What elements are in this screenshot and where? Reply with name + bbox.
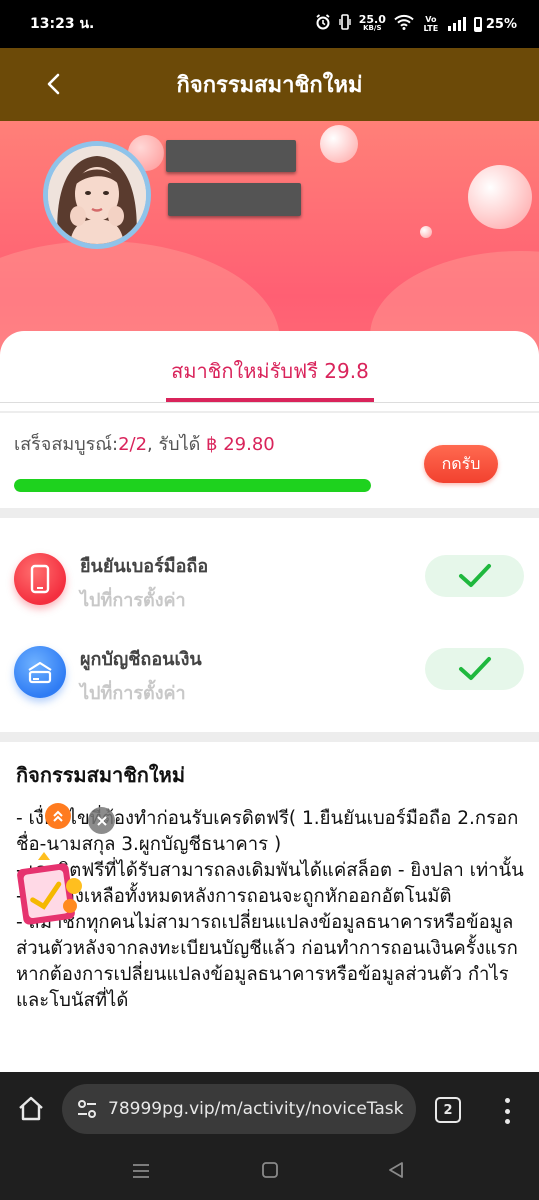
rules-body: - เงื่อนไขที่ต้องทำก่อนรับเครดิตฟรี( 1.ย…: [16, 806, 526, 1014]
status-time: 13:23 น.: [30, 16, 95, 32]
claim-button[interactable]: กดรับ: [424, 445, 498, 483]
avatar-image: [48, 146, 146, 244]
divider: [0, 402, 539, 403]
url-text: 78999pg.vip/m/activity/noviceTask: [108, 1099, 404, 1119]
back-nav-icon[interactable]: [388, 1160, 404, 1184]
banner-bubble: [468, 165, 532, 229]
rules-line: - เครดิตฟรีที่ได้รับสามารถลงเดิมพันได้แค…: [16, 860, 524, 881]
scroll-up-button[interactable]: [45, 803, 71, 829]
bank-card-icon: [14, 646, 66, 698]
task-done-badge: [425, 555, 524, 597]
back-button[interactable]: [34, 64, 74, 104]
battery-indicator: 25%: [473, 16, 517, 32]
page-title: กิจกรรมสมาชิกใหม่: [176, 73, 363, 98]
banner-bubble: [420, 226, 432, 238]
task-done-badge: [425, 648, 524, 690]
user-id-redacted: [168, 183, 301, 216]
home-button[interactable]: [16, 1094, 46, 1124]
chevron-left-icon: [47, 73, 60, 95]
task-item-verify-phone[interactable]: ยืนยันเบอร์มือถือ ไปที่การตั้งค่า: [0, 541, 539, 631]
task-list: ยืนยันเบอร์มือถือ ไปที่การตั้งค่า ผูกบัญ…: [0, 518, 539, 732]
task-title: ยืนยันเบอร์มือถือ: [80, 556, 209, 577]
reward-amount: ฿ 29.80: [206, 434, 275, 455]
checkmark-icon: [458, 657, 491, 680]
progress-count: 2/2: [118, 434, 148, 455]
menu-dot: [504, 1098, 510, 1103]
close-float-button[interactable]: [88, 807, 115, 834]
status-icons: 25.0 KB/S Vo LTE 25%: [315, 14, 517, 34]
site-settings-icon: [78, 1100, 96, 1118]
app-header: กิจกรรมสมาชิกใหม่: [0, 48, 539, 121]
recents-icon[interactable]: [132, 1160, 150, 1184]
status-bar: 13:23 น. 25.0 KB/S Vo LTE 25%: [0, 0, 539, 48]
close-icon: [96, 815, 107, 826]
address-bar[interactable]: 78999pg.vip/m/activity/noviceTask: [62, 1084, 416, 1134]
avatar: [43, 141, 151, 249]
system-nav-bar: [0, 1148, 539, 1200]
tab-new-member[interactable]: สมาชิกใหม่รับฟรี 29.8: [165, 347, 375, 403]
tab-switcher-button[interactable]: 2: [435, 1097, 461, 1123]
rules-line: - ยอดคงเหลือทั้งหมดหลังการถอนจะถูกหักออก…: [16, 886, 452, 907]
rules-title: กิจกรรมสมาชิกใหม่: [16, 763, 186, 787]
menu-dot: [504, 1119, 510, 1124]
task-subtitle[interactable]: ไปที่การตั้งค่า: [80, 585, 186, 614]
alarm-icon: [315, 14, 331, 34]
browser-toolbar: 78999pg.vip/m/activity/noviceTask 2: [0, 1072, 539, 1148]
home-icon: [19, 1096, 43, 1121]
vibrate-icon: [339, 14, 351, 34]
double-chevron-up-icon: [53, 810, 63, 822]
battery-icon: [473, 16, 482, 32]
more-menu-button[interactable]: [497, 1096, 517, 1126]
banner-bubble: [320, 125, 358, 163]
network-speed: 25.0 KB/S: [358, 13, 386, 32]
rules-line: - สมาชิกทุกคนไม่สามารถเปลี่ยนแปลงข้อมูลธ…: [16, 912, 518, 1011]
task-subtitle[interactable]: ไปที่การตั้งค่า: [80, 678, 186, 707]
gift-promo-widget[interactable]: [12, 848, 88, 928]
username-redacted: [166, 140, 296, 172]
progress-bar: [14, 479, 371, 492]
phone-icon: [14, 553, 66, 605]
menu-dot: [504, 1108, 510, 1114]
wifi-icon: [394, 14, 414, 34]
home-nav-icon[interactable]: [261, 1160, 279, 1184]
task-item-bind-bank[interactable]: ผูกบัญชีถอนเงิน ไปที่การตั้งค่า: [0, 634, 539, 724]
task-title: ผูกบัญชีถอนเงิน: [80, 649, 202, 670]
checkmark-icon: [458, 564, 491, 587]
progress-bar-fill: [14, 479, 371, 492]
progress-text: เสร็จสมบูรณ์:2/2, รับได้ ฿ 29.80: [14, 434, 275, 455]
progress-card: เสร็จสมบูรณ์:2/2, รับได้ ฿ 29.80 กดรับ: [0, 413, 539, 508]
signal-icon: [447, 17, 466, 31]
volte-label: Vo LTE: [423, 15, 439, 33]
gift-icon: [17, 852, 82, 925]
